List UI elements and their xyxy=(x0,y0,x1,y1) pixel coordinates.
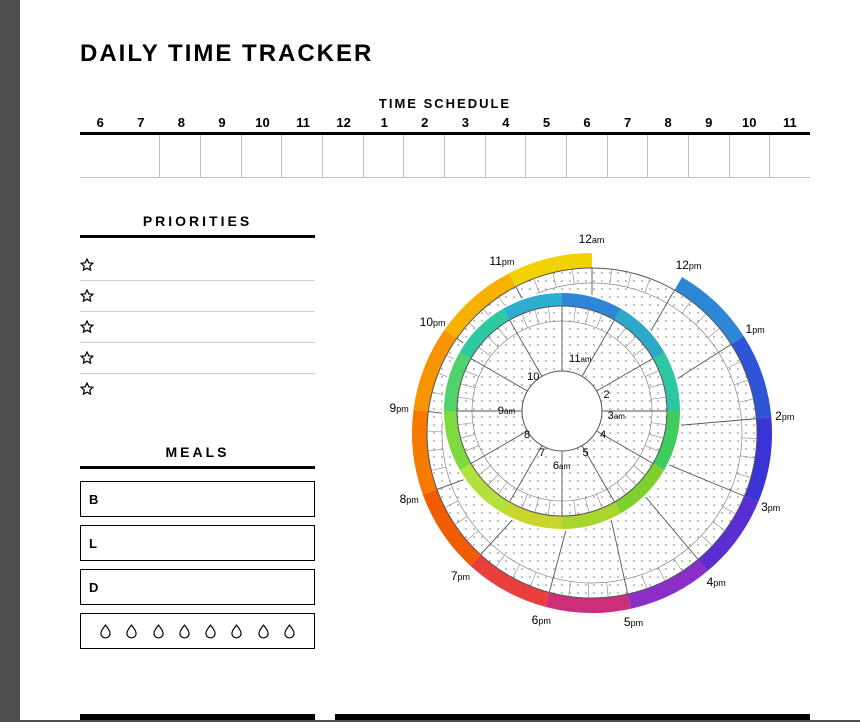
footer-divider-right xyxy=(335,714,810,720)
schedule-slot[interactable] xyxy=(282,135,323,177)
schedule-hour: 2 xyxy=(405,115,446,132)
schedule-hour: 7 xyxy=(121,115,162,132)
schedule-slot[interactable] xyxy=(323,135,364,177)
clock-inner-hour: 10 xyxy=(527,371,539,383)
schedule-slot[interactable] xyxy=(526,135,567,177)
meal-code: B xyxy=(89,492,98,507)
time-schedule-hours: 67891011121234567891011 xyxy=(80,115,810,135)
priority-row[interactable] xyxy=(80,374,315,404)
clock-outer-hour: 10pm xyxy=(420,315,446,329)
water-drop-icon[interactable] xyxy=(179,624,190,639)
water-drop-icon[interactable] xyxy=(126,624,137,639)
schedule-hour: 6 xyxy=(567,115,608,132)
clock-inner-hour: 4 xyxy=(600,429,606,441)
schedule-hour: 8 xyxy=(648,115,689,132)
clock-outer-hour: 11pm xyxy=(489,254,514,268)
star-icon xyxy=(80,351,94,365)
schedule-slot[interactable] xyxy=(160,135,201,177)
schedule-hour: 9 xyxy=(202,115,243,132)
clock-outer-hour: 2pm xyxy=(775,409,794,423)
schedule-slot[interactable] xyxy=(364,135,405,177)
schedule-slot[interactable] xyxy=(445,135,486,177)
priority-row[interactable] xyxy=(80,343,315,374)
clock-outer-hour: 7pm xyxy=(451,569,470,583)
meal-entry[interactable]: B xyxy=(80,481,315,517)
time-schedule-heading: TIME SCHEDULE xyxy=(80,96,810,111)
clock-outer-hour: 3pm xyxy=(761,500,780,514)
meal-entry[interactable]: D xyxy=(80,569,315,605)
water-tracker[interactable] xyxy=(80,613,315,649)
star-icon xyxy=(80,289,94,303)
clock-inner-hour: 7 xyxy=(539,447,545,459)
schedule-hour: 3 xyxy=(445,115,486,132)
schedule-hour: 5 xyxy=(526,115,567,132)
clock-outer-hour: 1pm xyxy=(746,322,765,336)
clock-outer-hour: 8pm xyxy=(400,492,419,506)
clock-outer-hour: 4pm xyxy=(707,575,726,589)
schedule-hour: 4 xyxy=(486,115,527,132)
priority-row[interactable] xyxy=(80,312,315,343)
water-drop-icon[interactable] xyxy=(100,624,111,639)
clock-inner-hour: 5 xyxy=(582,447,588,459)
time-schedule: TIME SCHEDULE 67891011121234567891011 xyxy=(80,96,810,178)
schedule-slot[interactable] xyxy=(120,135,161,177)
water-drop-icon[interactable] xyxy=(205,624,216,639)
schedule-hour: 9 xyxy=(688,115,729,132)
schedule-slot[interactable] xyxy=(608,135,649,177)
time-wheel: 12am 12pm 1pm 2pm 3pm 4pm 5pm 6pm 7pm 8pm 9pm 10pm 1… xyxy=(333,213,810,649)
schedule-slot[interactable] xyxy=(648,135,689,177)
meals-section: MEALS B L D xyxy=(80,444,315,649)
schedule-slot[interactable] xyxy=(404,135,445,177)
schedule-slot[interactable] xyxy=(486,135,527,177)
meals-heading: MEALS xyxy=(80,444,315,469)
schedule-hour: 12 xyxy=(323,115,364,132)
schedule-slot[interactable] xyxy=(689,135,730,177)
page-title: DAILY TIME TRACKER xyxy=(80,40,810,68)
schedule-slot[interactable] xyxy=(770,135,810,177)
schedule-hour: 1 xyxy=(364,115,405,132)
schedule-hour: 6 xyxy=(80,115,121,132)
time-schedule-slots[interactable] xyxy=(80,135,810,178)
schedule-slot[interactable] xyxy=(730,135,771,177)
schedule-slot[interactable] xyxy=(242,135,283,177)
clock-inner-hour: 6am xyxy=(553,460,570,472)
clock-inner-hour: 2 xyxy=(604,389,610,401)
schedule-hour: 8 xyxy=(161,115,202,132)
schedule-hour: 7 xyxy=(607,115,648,132)
priorities-heading: PRIORITIES xyxy=(80,213,315,238)
meal-code: D xyxy=(89,580,98,595)
star-icon xyxy=(80,320,94,334)
priority-row[interactable] xyxy=(80,250,315,281)
meal-code: L xyxy=(89,536,97,551)
clock-outer-hour: 12pm xyxy=(676,258,702,272)
footer-divider-left xyxy=(80,714,315,720)
schedule-hour: 11 xyxy=(283,115,324,132)
clock-inner-hour: 9am xyxy=(498,405,515,417)
meal-entry[interactable]: L xyxy=(80,525,315,561)
star-icon xyxy=(80,258,94,272)
schedule-slot[interactable] xyxy=(201,135,242,177)
schedule-hour: 10 xyxy=(729,115,770,132)
water-drop-icon[interactable] xyxy=(231,624,242,639)
schedule-hour: 10 xyxy=(242,115,283,132)
clock-outer-hour: 6pm xyxy=(532,613,551,627)
schedule-slot[interactable] xyxy=(567,135,608,177)
schedule-slot[interactable] xyxy=(80,135,120,177)
priorities-section: PRIORITIES xyxy=(80,213,315,404)
schedule-hour: 11 xyxy=(770,115,811,132)
clock-inner-hour: 3am xyxy=(608,410,625,422)
water-drop-icon[interactable] xyxy=(258,624,269,639)
water-drop-icon[interactable] xyxy=(284,624,295,639)
clock-outer-hour: 5pm xyxy=(624,615,643,629)
clock-outer-hour: 9pm xyxy=(390,401,409,415)
priority-row[interactable] xyxy=(80,281,315,312)
clock-inner-hour: 11am xyxy=(569,353,592,365)
clock-outer-hour: 12am xyxy=(579,232,605,246)
clock-inner-hour: 8 xyxy=(524,429,530,441)
water-drop-icon[interactable] xyxy=(153,624,164,639)
star-icon xyxy=(80,382,94,396)
